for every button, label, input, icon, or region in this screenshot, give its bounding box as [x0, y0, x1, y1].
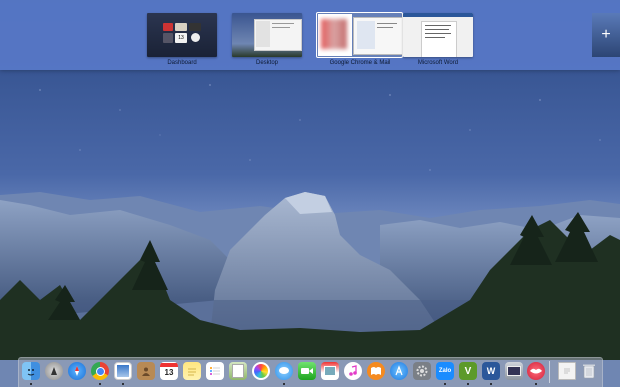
spaces-bar: 13 Dashboard Desktop Google Chrome & Mai…	[0, 0, 620, 70]
dock-separator	[549, 361, 550, 383]
chrome-icon[interactable]	[91, 362, 109, 380]
photos-icon[interactable]	[252, 362, 270, 380]
ibooks-icon[interactable]	[367, 362, 385, 380]
space-label-microsoft-word: Microsoft Word	[417, 60, 459, 66]
vim-icon[interactable]: V	[459, 362, 477, 380]
space-chrome-mail[interactable]: Google Chrome & Mail	[317, 13, 402, 66]
reminders-icon[interactable]	[206, 362, 224, 380]
messages-icon[interactable]	[275, 362, 293, 380]
safari-icon[interactable]	[68, 362, 86, 380]
chrome-mail-thumbnail	[317, 13, 402, 57]
trash-icon[interactable]	[580, 362, 598, 380]
itunes-icon[interactable]	[344, 362, 362, 380]
zalo-icon[interactable]: Zalo	[436, 362, 454, 380]
space-desktop[interactable]: Desktop	[232, 13, 302, 66]
add-space-button[interactable]: +	[592, 13, 620, 57]
document-icon[interactable]	[558, 362, 576, 380]
space-dashboard[interactable]: 13 Dashboard	[147, 13, 217, 66]
vim-label: V	[464, 365, 472, 377]
finder-icon[interactable]	[22, 362, 40, 380]
word-label: W	[486, 366, 496, 376]
photo-booth-icon[interactable]	[321, 362, 339, 380]
contacts-icon[interactable]	[137, 362, 155, 380]
dashboard-thumbnail: 13	[147, 13, 217, 57]
plus-icon: +	[601, 26, 611, 43]
mail-stamp-icon[interactable]	[114, 362, 132, 380]
desktop-thumbnail	[232, 13, 302, 57]
app-store-icon[interactable]	[390, 362, 408, 380]
word-thumbnail	[403, 13, 473, 57]
dashboard-date-widget: 13	[175, 33, 187, 43]
system-preferences-icon[interactable]	[413, 362, 431, 380]
zalo-label: Zalo	[438, 368, 452, 374]
preview-icon[interactable]	[229, 362, 247, 380]
notes-icon[interactable]	[183, 362, 201, 380]
image-capture-icon[interactable]	[505, 362, 523, 380]
facetime-icon[interactable]	[298, 362, 316, 380]
space-microsoft-word[interactable]: Microsoft Word	[403, 13, 473, 66]
launchpad-icon[interactable]	[45, 362, 63, 380]
lips-icon[interactable]	[527, 362, 545, 380]
calendar-day: 13	[164, 368, 174, 377]
calendar-icon[interactable]: 13	[160, 362, 178, 380]
word-icon[interactable]: W	[482, 362, 500, 380]
